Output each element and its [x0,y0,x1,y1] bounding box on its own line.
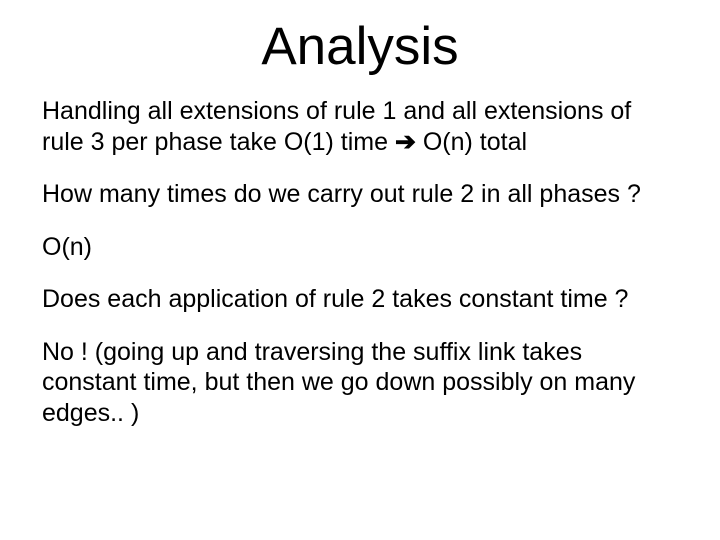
slide: Analysis Handling all extensions of rule… [0,0,720,540]
para1-text-a: Handling all extensions of rule 1 and al… [42,97,631,156]
paragraph-rule2-question: How many times do we carry out rule 2 in… [42,179,678,210]
paragraph-constant-time-question: Does each application of rule 2 takes co… [42,284,678,315]
para1-text-b: O(n) total [416,128,527,156]
paragraph-rule2-answer: O(n) [42,232,678,263]
arrow-icon: ➔ [395,128,416,156]
slide-title: Analysis [42,18,678,76]
paragraph-rule-1-3: Handling all extensions of rule 1 and al… [42,96,678,157]
paragraph-constant-time-answer: No ! (going up and traversing the suffix… [42,337,678,429]
